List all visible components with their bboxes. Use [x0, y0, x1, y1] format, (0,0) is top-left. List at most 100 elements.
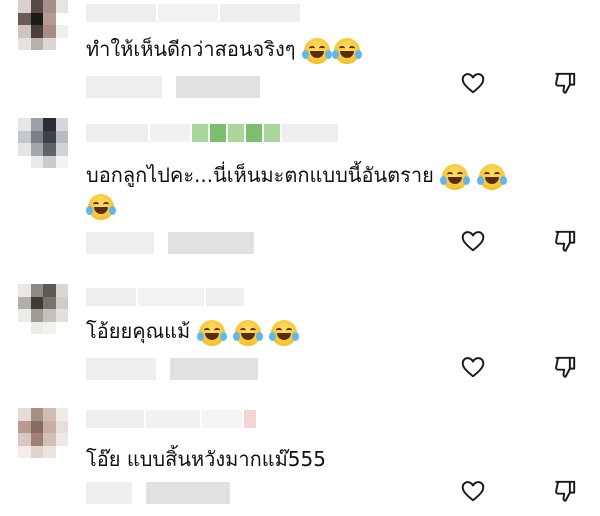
blurred-meta: [86, 482, 230, 504]
avatar-pixel: [55, 12, 68, 25]
thumbs-down-outline-icon: [555, 480, 576, 502]
avatar-pixel: [30, 155, 43, 168]
avatar-pixel: [43, 420, 56, 433]
avatar-pixel: [55, 309, 68, 322]
avatar-pixel: [18, 37, 31, 50]
comment-body: ทำให้เห็นดีกว่าสอนจริงๆ: [86, 37, 296, 61]
dislike-button[interactable]: [550, 352, 580, 382]
avatar-pixel: [55, 130, 68, 143]
avatar-pixel: [18, 445, 31, 458]
avatar-pixel: [30, 445, 43, 458]
heart-outline-icon: [461, 481, 485, 502]
avatar-pixel: [55, 118, 68, 131]
avatar-pixel: [43, 321, 56, 334]
avatar-pixel: [43, 37, 56, 50]
avatar-pixel: [55, 408, 68, 421]
avatar-pixel: [43, 12, 56, 25]
heart-outline-icon: [461, 73, 485, 94]
like-button[interactable]: [458, 352, 488, 382]
avatar[interactable]: [18, 0, 68, 50]
face-with-tears-of-joy-icon: [269, 319, 298, 346]
blurred-meta: [86, 76, 260, 98]
avatar[interactable]: [18, 408, 68, 458]
avatar-pixel: [43, 284, 56, 297]
avatar-pixel: [43, 118, 56, 131]
blurred-username: [86, 288, 244, 306]
avatar[interactable]: [18, 284, 68, 334]
avatar-pixel: [43, 25, 56, 38]
avatar-pixel: [43, 0, 56, 13]
avatar-pixel: [18, 420, 31, 433]
blurred-username: [86, 124, 338, 142]
dislike-button[interactable]: [550, 226, 580, 256]
avatar-pixel: [43, 155, 56, 168]
avatar-pixel: [30, 0, 43, 13]
heart-outline-icon: [461, 231, 485, 252]
avatar-pixel: [18, 118, 31, 131]
avatar-pixel: [30, 420, 43, 433]
avatar-pixel: [43, 309, 56, 322]
avatar-pixel: [55, 25, 68, 38]
avatar-pixel: [55, 155, 68, 168]
avatar-pixel: [43, 130, 56, 143]
comment-text: โอ๊ย แบบสิ้นหวังมากแม๊555: [86, 444, 576, 474]
avatar-pixel: [30, 130, 43, 143]
avatar-pixel: [30, 37, 43, 50]
avatar-pixel: [43, 296, 56, 309]
avatar-pixel: [55, 445, 68, 458]
thumbs-down-outline-icon: [555, 230, 576, 252]
avatar-pixel: [18, 296, 31, 309]
face-with-tears-of-joy-icon: [86, 193, 114, 220]
comment-body: โอ๊ย แบบสิ้นหวังมากแม๊555: [86, 447, 326, 471]
avatar-pixel: [43, 408, 56, 421]
avatar-pixel: [18, 433, 31, 446]
comment-body: โอ้ยยคุณแม้: [86, 319, 191, 343]
avatar-pixel: [30, 12, 43, 25]
avatar-pixel: [55, 284, 68, 297]
avatar-pixel: [55, 143, 68, 156]
face-with-tears-of-joy-icon: [440, 163, 469, 190]
like-button[interactable]: [458, 68, 488, 98]
blurred-meta: [86, 232, 254, 254]
like-button[interactable]: [458, 476, 488, 506]
avatar-pixel: [30, 284, 43, 297]
avatar-pixel: [30, 309, 43, 322]
avatar-pixel: [18, 12, 31, 25]
dislike-button[interactable]: [550, 68, 580, 98]
avatar-pixel: [43, 445, 56, 458]
face-with-tears-of-joy-icon: [331, 37, 360, 64]
avatar-pixel: [30, 296, 43, 309]
blurred-username: [86, 410, 256, 428]
avatar[interactable]: [18, 118, 68, 168]
avatar-pixel: [18, 25, 31, 38]
blurred-meta: [86, 358, 258, 380]
avatar-pixel: [18, 309, 31, 322]
avatar-pixel: [55, 433, 68, 446]
avatar-pixel: [55, 321, 68, 334]
face-with-tears-of-joy-icon: [476, 163, 505, 190]
avatar-pixel: [30, 118, 43, 131]
avatar-pixel: [55, 296, 68, 309]
avatar-pixel: [30, 143, 43, 156]
avatar-pixel: [18, 155, 31, 168]
dislike-button[interactable]: [550, 476, 580, 506]
face-with-tears-of-joy-icon: [301, 37, 330, 64]
thumbs-down-outline-icon: [555, 72, 576, 94]
comment-text: บอกลูกไปคะ...นี่เห็นมะตกแบบนี้อันตราย: [86, 160, 576, 220]
avatar-pixel: [30, 433, 43, 446]
avatar-pixel: [18, 321, 31, 334]
face-with-tears-of-joy-icon: [196, 319, 225, 346]
avatar-pixel: [18, 130, 31, 143]
thumbs-down-outline-icon: [555, 356, 576, 378]
avatar-pixel: [43, 433, 56, 446]
avatar-pixel: [43, 143, 56, 156]
avatar-pixel: [18, 408, 31, 421]
comment-text: ทำให้เห็นดีกว่าสอนจริงๆ: [86, 34, 576, 64]
avatar-pixel: [30, 25, 43, 38]
avatar-pixel: [18, 0, 31, 13]
avatar-pixel: [18, 284, 31, 297]
like-button[interactable]: [458, 226, 488, 256]
avatar-pixel: [30, 408, 43, 421]
comment-text: โอ้ยยคุณแม้: [86, 316, 576, 346]
avatar-pixel: [55, 37, 68, 50]
